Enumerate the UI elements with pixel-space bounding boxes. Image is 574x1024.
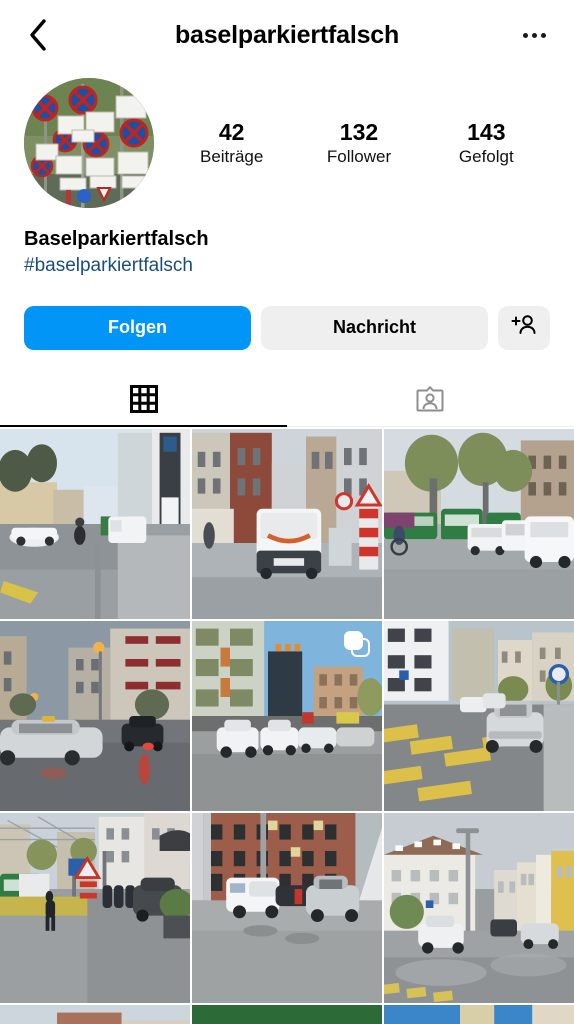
bio-hashtag-link[interactable]: #baselparkiertfalsch xyxy=(24,253,550,280)
more-options-icon xyxy=(522,32,528,38)
post-thumbnail[interactable] xyxy=(0,812,190,1003)
more-options-icon xyxy=(531,32,537,38)
add-person-icon xyxy=(511,313,537,342)
post-image xyxy=(0,428,190,619)
more-options-icon xyxy=(540,32,546,38)
tab-grid[interactable] xyxy=(0,378,287,427)
post-thumbnail[interactable] xyxy=(192,620,382,811)
header-bar: baselparkiertfalsch xyxy=(0,0,574,70)
stat-label: Beiträge xyxy=(199,147,264,167)
post-image xyxy=(0,812,190,1003)
post-thumbnail[interactable] xyxy=(384,428,574,619)
profile-actions: Folgen Nachricht xyxy=(0,280,574,350)
post-image xyxy=(192,812,382,1003)
stat-value: 42 xyxy=(218,118,245,145)
post-image xyxy=(0,1004,190,1024)
post-thumbnail[interactable] xyxy=(0,428,190,619)
post-image xyxy=(384,1004,574,1024)
tagged-person-icon xyxy=(416,385,446,418)
post-image xyxy=(384,812,574,1003)
back-button[interactable] xyxy=(20,17,56,53)
stat-label: Gefolgt xyxy=(458,147,514,167)
more-options-button[interactable] xyxy=(514,17,554,53)
post-thumbnail[interactable] xyxy=(192,812,382,1003)
post-image xyxy=(384,620,574,811)
grid-icon xyxy=(129,385,158,418)
post-thumbnail[interactable] xyxy=(192,428,382,619)
post-thumbnail[interactable] xyxy=(384,1004,574,1024)
stat-label: Follower xyxy=(326,147,392,167)
stat-followers[interactable]: 132 Follower xyxy=(319,119,399,167)
profile-bio: Baselparkiertfalsch #baselparkiertfalsch xyxy=(0,208,574,280)
page-title: baselparkiertfalsch xyxy=(174,20,400,49)
post-image xyxy=(192,428,382,619)
post-image xyxy=(384,428,574,619)
post-grid xyxy=(0,428,574,1024)
instagram-profile-screen: baselparkiertfalsch 42 Beiträge 132 Foll… xyxy=(0,0,574,1024)
stat-posts[interactable]: 42 Beiträge xyxy=(192,119,272,167)
avatar[interactable] xyxy=(24,78,154,208)
post-thumbnail[interactable] xyxy=(0,1004,190,1024)
stat-following[interactable]: 143 Gefolgt xyxy=(446,119,526,167)
post-thumbnail[interactable] xyxy=(384,620,574,811)
post-thumbnail[interactable] xyxy=(0,620,190,811)
post-image xyxy=(192,620,382,811)
add-person-button[interactable] xyxy=(498,305,550,350)
stat-value: 132 xyxy=(339,118,379,145)
profile-summary: 42 Beiträge 132 Follower 143 Gefolgt xyxy=(0,70,574,208)
stat-value: 143 xyxy=(467,118,506,145)
post-thumbnail[interactable] xyxy=(384,812,574,1003)
profile-display-name: Baselparkiertfalsch xyxy=(24,228,209,250)
post-image xyxy=(0,620,190,811)
post-thumbnail[interactable] xyxy=(192,1004,382,1024)
profile-stats: 42 Beiträge 132 Follower 143 Gefolgt xyxy=(154,119,550,167)
message-button[interactable]: Nachricht xyxy=(261,305,488,350)
profile-tabs xyxy=(0,378,574,427)
follow-button[interactable]: Folgen xyxy=(24,305,251,350)
avatar-image xyxy=(24,78,154,208)
tab-tagged[interactable] xyxy=(287,378,574,426)
post-image xyxy=(192,1004,382,1024)
chevron-left-icon xyxy=(27,18,49,52)
